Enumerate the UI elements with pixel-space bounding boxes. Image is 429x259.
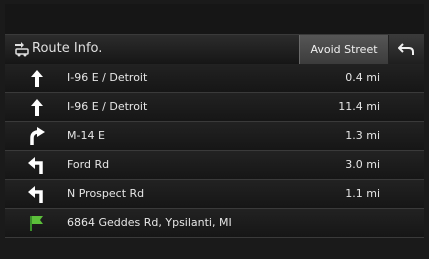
route-step-row[interactable]: I-96 E / Detroit 11.4 mi [5, 93, 424, 122]
step-street-name: M-14 E [67, 129, 105, 142]
step-distance: 1.1 mi [345, 187, 380, 200]
straight-arrow-icon [27, 68, 47, 88]
slight-right-arrow-icon [27, 126, 47, 146]
straight-arrow-icon [27, 97, 47, 117]
route-step-row[interactable]: Ford Rd 3.0 mi [5, 151, 424, 180]
destination-flag-icon [27, 213, 47, 233]
route-step-row[interactable]: I-96 E / Detroit 0.4 mi [5, 64, 424, 93]
route-step-row[interactable]: M-14 E 1.3 mi [5, 122, 424, 151]
step-distance: 11.4 mi [338, 100, 380, 113]
route-info-icon [13, 41, 31, 57]
step-distance: 1.3 mi [345, 129, 380, 142]
step-street-name: I-96 E / Detroit [67, 71, 148, 84]
step-street-name: I-96 E / Detroit [67, 100, 148, 113]
back-arrow-icon [398, 43, 414, 55]
left-turn-arrow-icon [27, 184, 47, 204]
route-step-row[interactable]: 6864 Geddes Rd, Ypsilanti, MI [5, 209, 424, 238]
page-title: Route Info. [32, 41, 103, 56]
route-step-list: I-96 E / Detroit 0.4 mi I-96 E / Detroit… [5, 64, 424, 238]
step-street-name: N Prospect Rd [67, 187, 145, 200]
left-turn-arrow-icon [27, 155, 47, 175]
top-strip [5, 4, 424, 34]
step-distance: 0.4 mi [345, 71, 380, 84]
avoid-street-button[interactable]: Avoid Street [299, 35, 389, 64]
destination-address: 6864 Geddes Rd, Ypsilanti, MI [67, 216, 232, 229]
navigation-screen: Route Info. Avoid Street I-96 E / Detroi… [0, 0, 429, 259]
step-distance: 3.0 mi [345, 158, 380, 171]
route-info-header: Route Info. Avoid Street [5, 34, 424, 64]
route-step-row[interactable]: N Prospect Rd 1.1 mi [5, 180, 424, 209]
back-button[interactable] [389, 35, 424, 64]
step-street-name: Ford Rd [67, 158, 110, 171]
